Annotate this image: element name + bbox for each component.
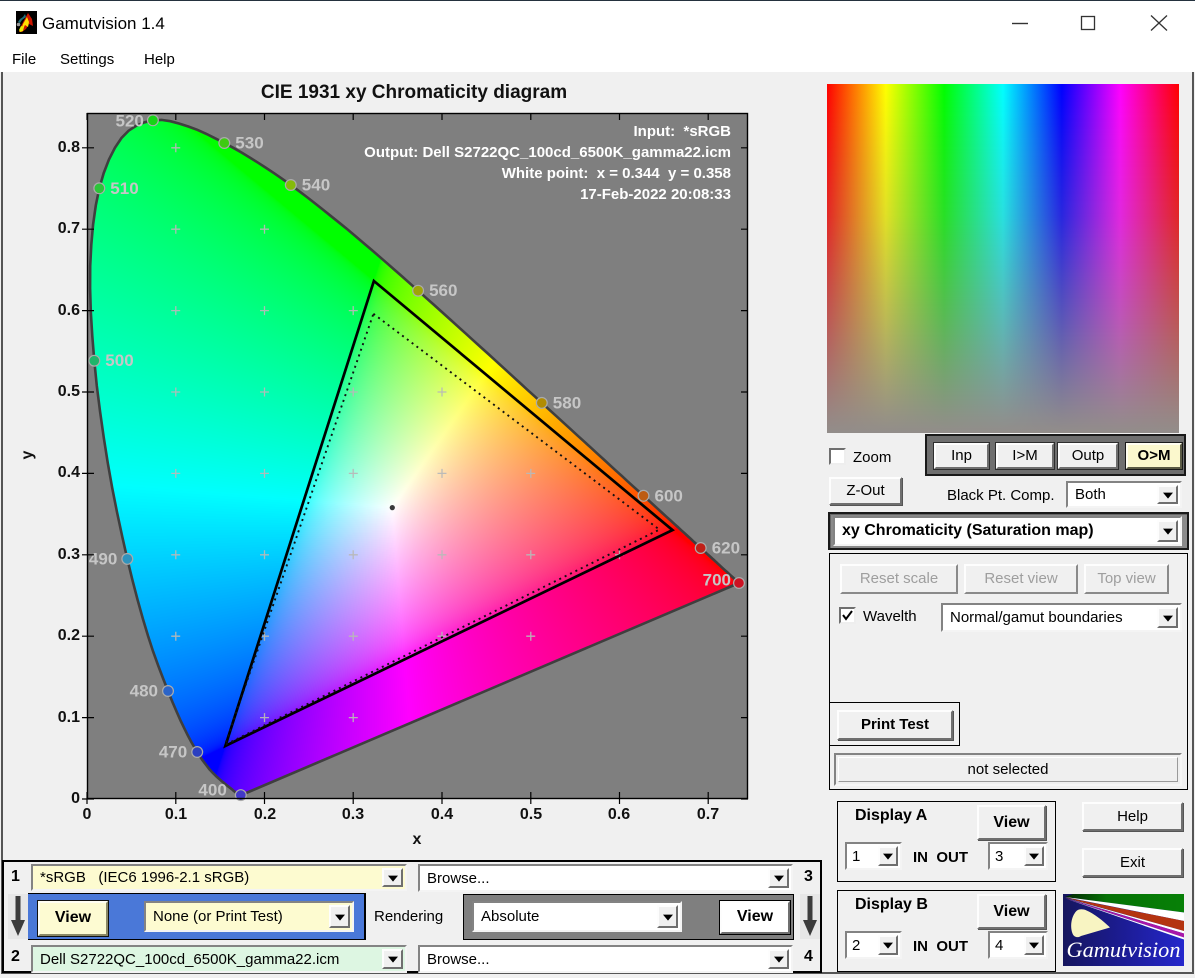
svg-text:490: 490 — [89, 549, 117, 568]
svg-text:540: 540 — [302, 176, 330, 195]
svg-text:Input: *sRGB: Input: *sRGB — [634, 123, 732, 140]
svg-text:White point: x = 0.344 y = 0: White point: x = 0.344 y = 0.358 — [502, 165, 731, 182]
svg-text:700: 700 — [703, 571, 731, 590]
svg-text:560: 560 — [429, 281, 457, 300]
svg-text:Gamutvision: Gamutvision — [1067, 937, 1181, 962]
svg-text:600: 600 — [655, 486, 683, 505]
svg-text:17-Feb-2022 20:08:33: 17-Feb-2022 20:08:33 — [580, 186, 731, 203]
svg-text:480: 480 — [130, 682, 158, 701]
svg-text:510: 510 — [110, 179, 138, 198]
svg-text:620: 620 — [712, 539, 740, 558]
svg-text:530: 530 — [235, 134, 263, 153]
svg-text:500: 500 — [105, 351, 133, 370]
svg-text:470: 470 — [159, 743, 187, 762]
svg-text:Output: Dell S2722QC_100cd_650: Output: Dell S2722QC_100cd_6500K_gamma22… — [364, 144, 731, 161]
svg-text:580: 580 — [553, 393, 581, 412]
svg-text:400: 400 — [198, 781, 226, 800]
